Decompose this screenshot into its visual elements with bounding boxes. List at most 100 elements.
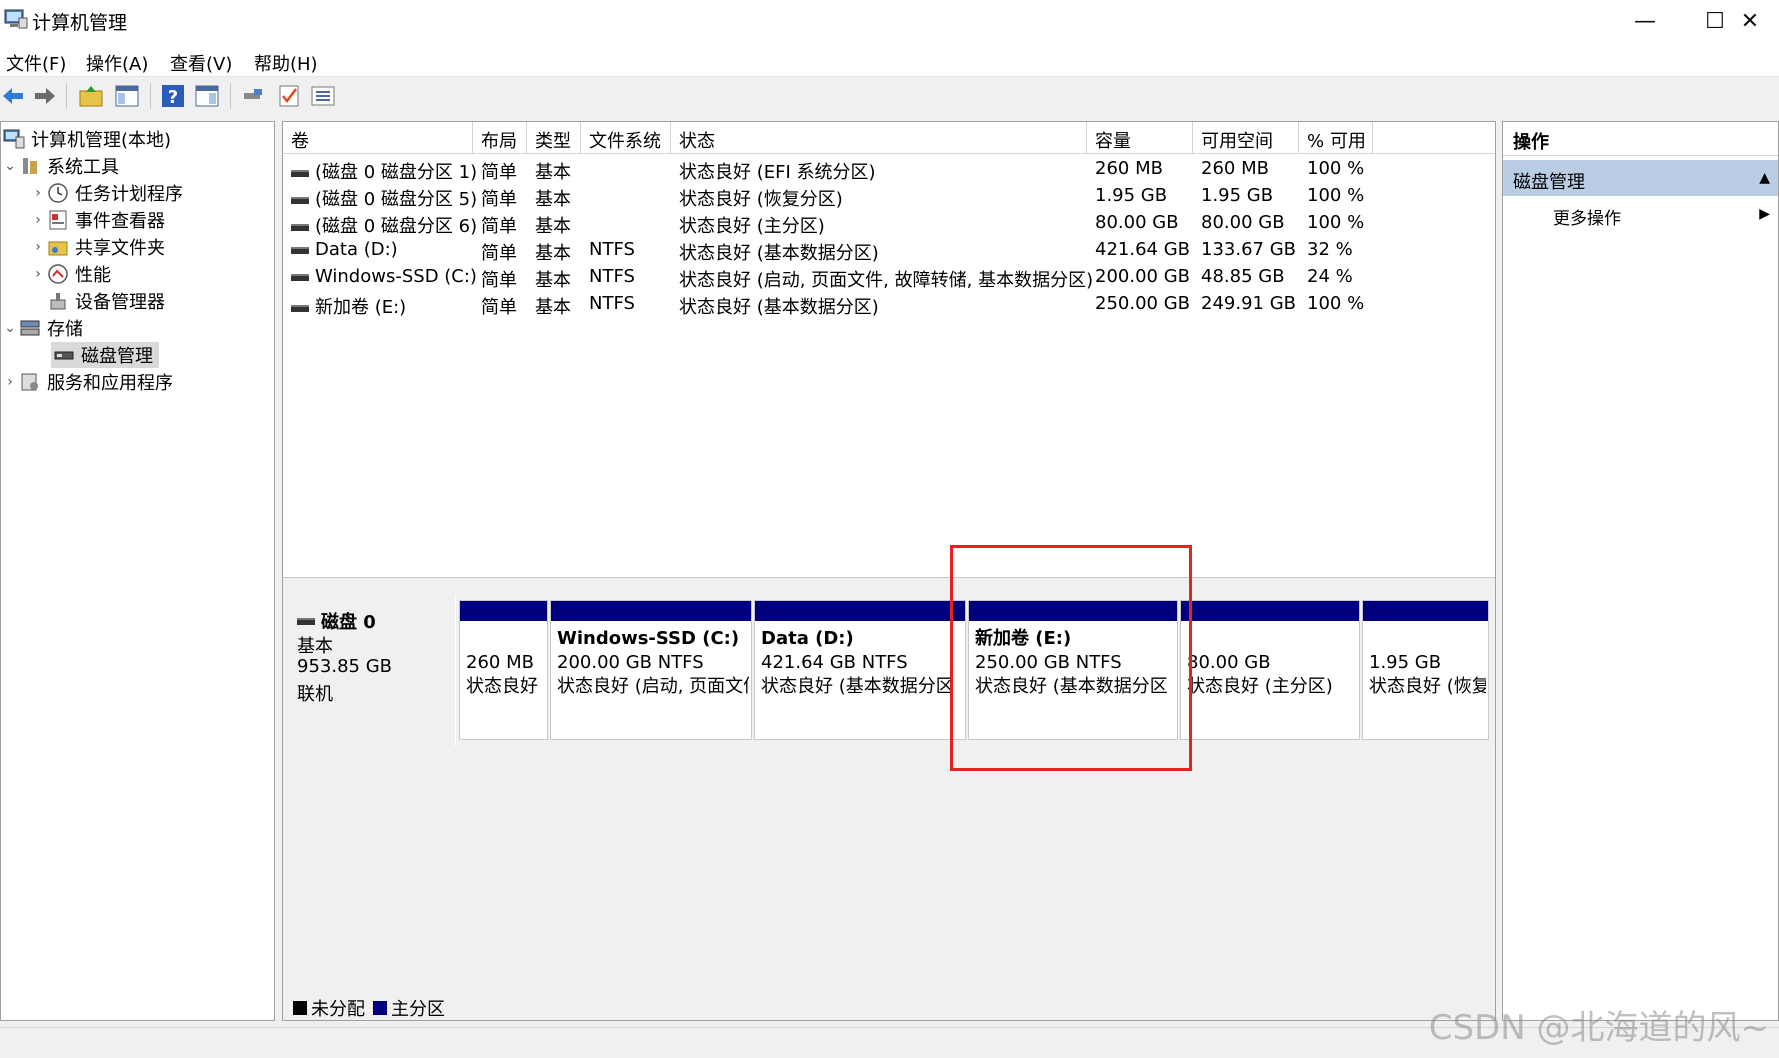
close-button[interactable]: ✕ [1720, 0, 1779, 42]
tree-label-storage: 存储 [47, 319, 83, 340]
menu-action[interactable]: 操作(A) [86, 50, 148, 76]
tree-label-services-apps: 服务和应用程序 [47, 373, 173, 394]
list-icon[interactable] [310, 83, 336, 109]
cell-text: 32 % [1307, 239, 1353, 260]
disk-drive-icon [297, 617, 315, 625]
partition-data[interactable]: Data (D:) 421.64 GB NTFS 状态良好 (基本数据分区 [754, 600, 966, 740]
back-arrow-icon[interactable] [0, 83, 26, 109]
cell-text: NTFS [589, 293, 635, 314]
toolbar: ? [0, 77, 1779, 115]
menu-view[interactable]: 查看(V) [170, 50, 232, 76]
chevron-right-icon[interactable]: › [29, 266, 47, 282]
partition-name: Windows-SSD (C:) [557, 628, 740, 649]
partition-new-volume-e[interactable]: 新加卷 (E:) 250.00 GB NTFS 状态良好 (基本数据分区 [968, 600, 1178, 740]
tree-item-services-apps[interactable]: › 服务和应用程序 [1, 369, 173, 395]
partition-recovery[interactable]: 1.95 GB 状态良好 (恢复 [1362, 600, 1489, 740]
chevron-right-icon[interactable]: › [29, 212, 47, 228]
menu-file[interactable]: 文件(F) [6, 50, 66, 76]
cell-text: 基本 [535, 189, 571, 210]
disk-info-panel[interactable]: 磁盘 0 基本 953.85 GB 联机 [285, 594, 456, 746]
column-header-type[interactable]: 类型 [527, 122, 581, 154]
properties-view-icon[interactable] [194, 83, 220, 109]
legend-unallocated: 未分配 [311, 999, 365, 1020]
table-cell: 状态良好 (恢复分区) [679, 185, 843, 211]
cell-text: 250.00 GB [1095, 293, 1191, 314]
tree-item-disk-management[interactable]: 磁盘管理 [51, 342, 159, 368]
cell-text: 249.91 GB [1201, 293, 1297, 314]
window-title: 计算机管理 [32, 12, 128, 34]
column-header-filesystem[interactable]: 文件系统 [581, 122, 671, 154]
cell-text: 简单 [481, 243, 517, 264]
tree-item-task-scheduler[interactable]: › 任务计划程序 [29, 180, 183, 206]
tree-item-shared-folders[interactable]: › 共享文件夹 [29, 234, 165, 260]
cell-text: Windows-SSD (C:) [315, 266, 477, 287]
cell-text: 简单 [481, 297, 517, 318]
column-header-volume[interactable]: 卷 [283, 122, 473, 154]
tree-item-storage[interactable]: ⌄ 存储 [1, 315, 83, 341]
event-viewer-icon [49, 210, 67, 230]
collapse-up-icon[interactable]: ▲ [1759, 170, 1770, 186]
cell-text: 状态良好 (基本数据分区) [679, 297, 879, 318]
partition-efi[interactable]: 260 MB 状态良好 [459, 600, 548, 740]
tree-item-event-viewer[interactable]: › 事件查看器 [29, 207, 165, 233]
show-hide-tree-icon[interactable] [114, 83, 140, 109]
minimize-button[interactable]: — [1610, 0, 1680, 42]
table-cell: 32 % [1307, 239, 1353, 260]
navigation-tree: 计算机管理(本地) ⌄ 系统工具 › 任务计划程序 › 事件查看器 › 共享文件… [0, 121, 275, 1021]
column-header-free-space[interactable]: 可用空间 [1193, 122, 1299, 154]
tree-item-system-tools[interactable]: ⌄ 系统工具 [1, 153, 119, 179]
cell-text: 100 % [1307, 158, 1365, 179]
chevron-right-icon[interactable]: ▶ [1759, 206, 1770, 222]
chevron-right-icon[interactable]: › [29, 185, 47, 201]
chevron-down-icon[interactable]: ⌄ [1, 320, 19, 336]
cell-text: 新加卷 (E:) [315, 297, 407, 318]
table-cell: 状态良好 (启动, 页面文件, 故障转储, 基本数据分区) [679, 266, 1093, 292]
check-icon[interactable] [276, 83, 302, 109]
forward-arrow-icon[interactable] [32, 83, 58, 109]
volume-name-cell[interactable]: (磁盘 0 磁盘分区 1) [291, 158, 477, 184]
table-cell: 基本 [535, 158, 571, 184]
partition-bar [1181, 601, 1359, 621]
table-cell: 80.00 GB [1201, 212, 1285, 233]
clock-icon [48, 183, 68, 203]
column-header-layout[interactable]: 布局 [473, 122, 527, 154]
cell-text: 1.95 GB [1095, 185, 1168, 206]
cell-text: 421.64 GB [1095, 239, 1191, 260]
table-cell: NTFS [589, 266, 635, 287]
volume-name-cell[interactable]: 新加卷 (E:) [291, 293, 406, 319]
more-actions-item[interactable]: 更多操作 [1553, 204, 1621, 229]
table-cell: 状态良好 (主分区) [679, 212, 825, 238]
partition-primary-6[interactable]: 80.00 GB 状态良好 (主分区) [1180, 600, 1360, 740]
cell-text: 200.00 GB [1095, 266, 1191, 287]
table-cell: 基本 [535, 293, 571, 319]
column-header-capacity[interactable]: 容量 [1087, 122, 1193, 154]
column-header-percent-free[interactable]: % 可用 [1299, 122, 1373, 154]
chevron-right-icon[interactable]: › [1, 374, 19, 390]
cell-text: 基本 [535, 270, 571, 291]
cell-text: (磁盘 0 磁盘分区 6) [315, 216, 478, 237]
partition-windows-ssd[interactable]: Windows-SSD (C:) 200.00 GB NTFS 状态良好 (启动… [550, 600, 752, 740]
chevron-down-icon[interactable]: ⌄ [1, 158, 19, 174]
tree-item-performance[interactable]: › 性能 [29, 261, 111, 287]
help-icon[interactable]: ? [160, 83, 186, 109]
cell-text: (磁盘 0 磁盘分区 5) [315, 189, 478, 210]
up-folder-icon[interactable] [78, 83, 104, 109]
partition-status: 状态良好 [466, 676, 538, 697]
chevron-right-icon[interactable]: › [29, 239, 47, 255]
menu-help[interactable]: 帮助(H) [254, 50, 318, 76]
volume-name-cell[interactable]: Data (D:) [291, 239, 398, 260]
connect-icon[interactable] [240, 83, 266, 109]
volume-name-cell[interactable]: (磁盘 0 磁盘分区 5) [291, 185, 477, 211]
table-cell: 简单 [481, 185, 517, 211]
volume-name-cell[interactable]: (磁盘 0 磁盘分区 6) [291, 212, 477, 238]
disk-management-panel: 卷 布局 类型 文件系统 状态 容量 可用空间 % 可用 (磁盘 0 磁盘分区 … [282, 121, 1496, 1021]
partition-status: 状态良好 (主分区) [1187, 676, 1333, 697]
table-cell: 48.85 GB [1201, 266, 1285, 287]
tree-item-root[interactable]: 计算机管理(本地) [3, 126, 171, 152]
table-cell: 状态良好 (基本数据分区) [679, 239, 879, 265]
svg-text:?: ? [168, 87, 178, 108]
tree-item-device-manager[interactable]: 设备管理器 [47, 288, 165, 314]
actions-section-disk-management[interactable]: 磁盘管理 ▲ [1503, 160, 1778, 196]
volume-name-cell[interactable]: Windows-SSD (C:) [291, 266, 477, 287]
column-header-status[interactable]: 状态 [671, 122, 1087, 154]
